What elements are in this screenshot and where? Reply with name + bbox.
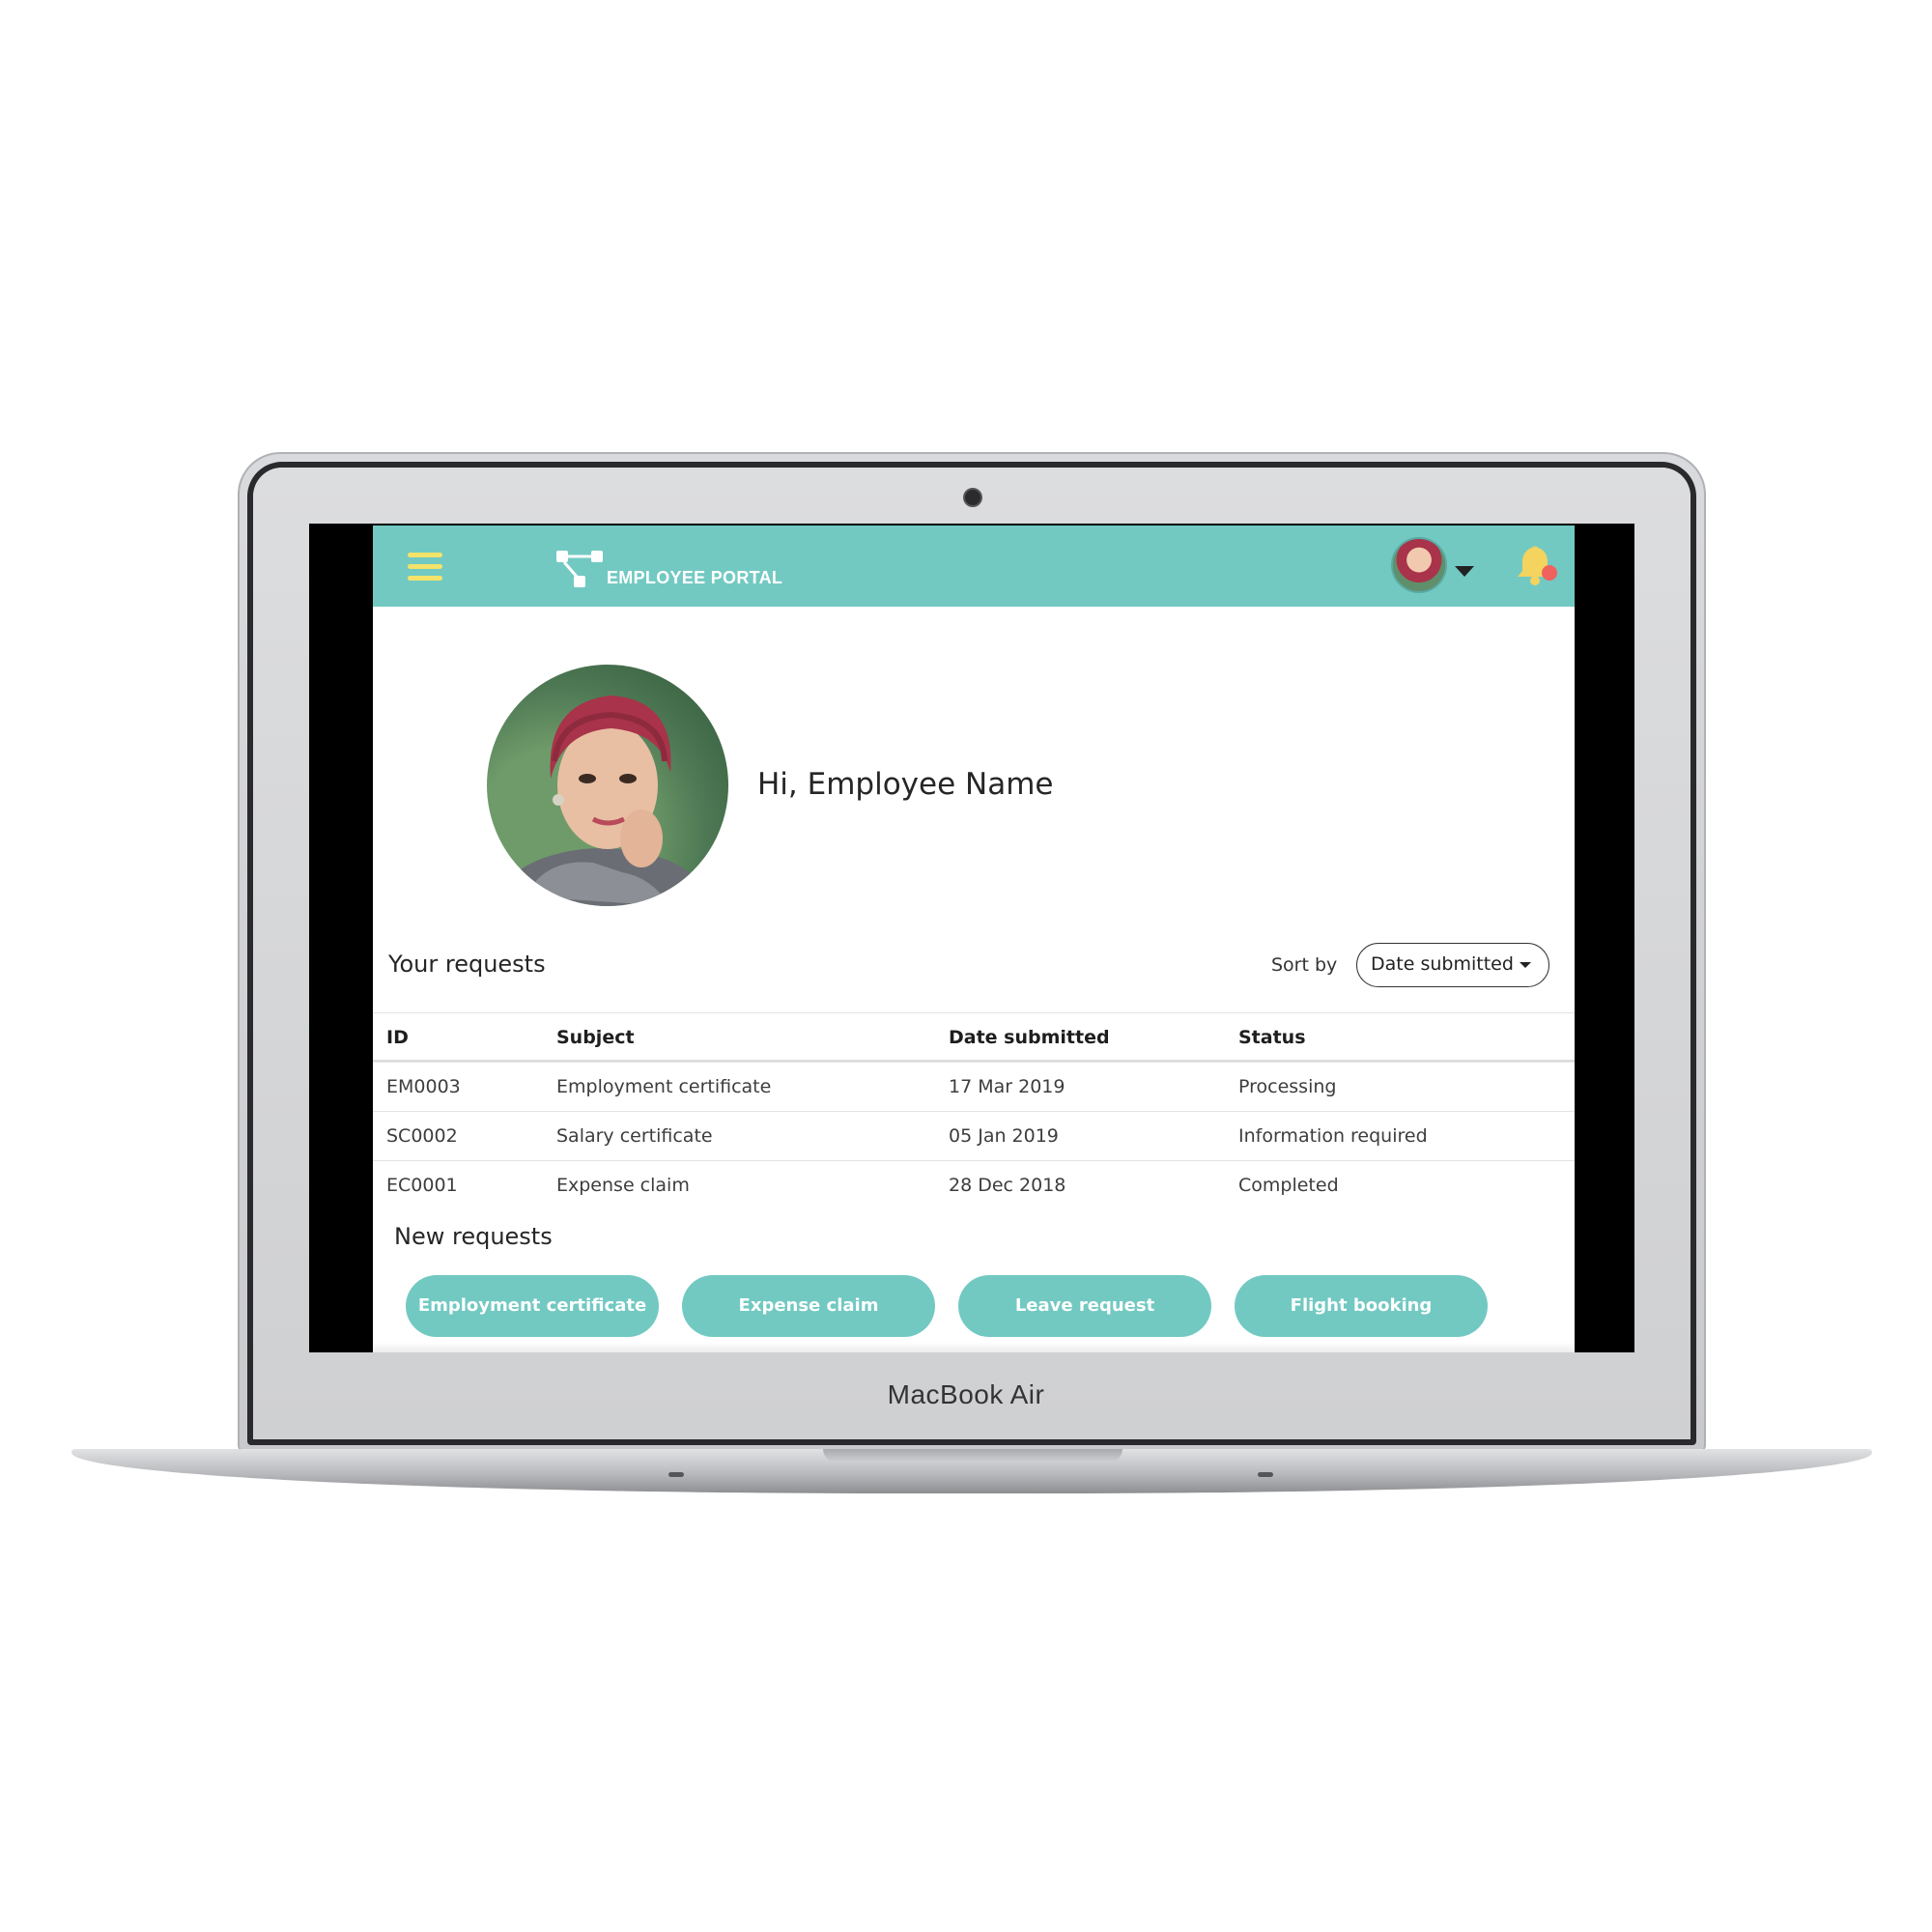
employee-portal-app: EMPLOYEE PORTAL Hi, Employee Name Your r… (373, 526, 1575, 1352)
cell-id: EC0001 (386, 1175, 458, 1196)
portal-logo-icon (556, 551, 603, 587)
cell-date: 28 Dec 2018 (949, 1175, 1066, 1196)
cell-status: Processing (1238, 1076, 1337, 1097)
laptop-foot-left (668, 1472, 684, 1477)
portal-title: EMPLOYEE PORTAL (607, 568, 783, 587)
cell-date: 05 Jan 2019 (949, 1125, 1059, 1147)
cell-date: 17 Mar 2019 (949, 1076, 1065, 1097)
sort-by-dropdown[interactable]: Date submitted (1356, 943, 1549, 987)
user-avatar[interactable] (1391, 537, 1447, 593)
cell-status: Completed (1238, 1175, 1339, 1196)
your-requests-title: Your requests (388, 951, 546, 978)
cell-subject: Employment certificate (556, 1076, 772, 1097)
cell-id: SC0002 (386, 1125, 458, 1147)
table-header-row: ID Subject Date submitted Status (373, 1012, 1575, 1062)
new-expense-claim-button[interactable]: Expense claim (682, 1275, 935, 1337)
cell-id: EM0003 (386, 1076, 461, 1097)
chevron-down-icon[interactable] (1455, 566, 1474, 577)
device-brand-label: MacBook Air (887, 1379, 1045, 1409)
column-header-date[interactable]: Date submitted (949, 1027, 1110, 1048)
new-employment-certificate-button[interactable]: Employment certificate (406, 1275, 659, 1337)
profile-photo-illustration (497, 696, 709, 906)
new-leave-request-button[interactable]: Leave request (958, 1275, 1211, 1337)
user-menu[interactable] (1391, 537, 1488, 597)
notification-badge (1542, 565, 1557, 581)
column-header-subject[interactable]: Subject (556, 1027, 635, 1048)
hamburger-menu-icon[interactable] (408, 553, 442, 582)
sort-by-value: Date submitted (1371, 953, 1514, 975)
requests-table: ID Subject Date submitted Status EM0003 … (373, 1012, 1575, 1209)
greeting-text: Hi, Employee Name (757, 767, 1054, 802)
table-row[interactable]: EM0003 Employment certificate 17 Mar 201… (373, 1062, 1575, 1111)
profile-photo (487, 665, 728, 906)
cell-status: Information required (1238, 1125, 1428, 1147)
dropdown-caret-icon (1520, 962, 1531, 968)
table-row[interactable]: EC0001 Expense claim 28 Dec 2018 Complet… (373, 1160, 1575, 1209)
cell-subject: Salary certificate (556, 1125, 713, 1147)
bell-icon[interactable] (1513, 545, 1559, 587)
column-header-status[interactable]: Status (1238, 1027, 1306, 1048)
top-navigation-bar: EMPLOYEE PORTAL (373, 526, 1575, 607)
sort-by-label: Sort by (1271, 954, 1338, 976)
webcam (963, 488, 982, 507)
cell-subject: Expense claim (556, 1175, 690, 1196)
new-flight-booking-button[interactable]: Flight booking (1235, 1275, 1488, 1337)
column-header-id[interactable]: ID (386, 1027, 409, 1048)
laptop-hinge-notch (823, 1449, 1122, 1463)
bottom-edge-shade (373, 1343, 1575, 1352)
laptop-foot-right (1258, 1472, 1273, 1477)
new-requests-title: New requests (394, 1223, 553, 1250)
table-row[interactable]: SC0002 Salary certificate 05 Jan 2019 In… (373, 1111, 1575, 1160)
